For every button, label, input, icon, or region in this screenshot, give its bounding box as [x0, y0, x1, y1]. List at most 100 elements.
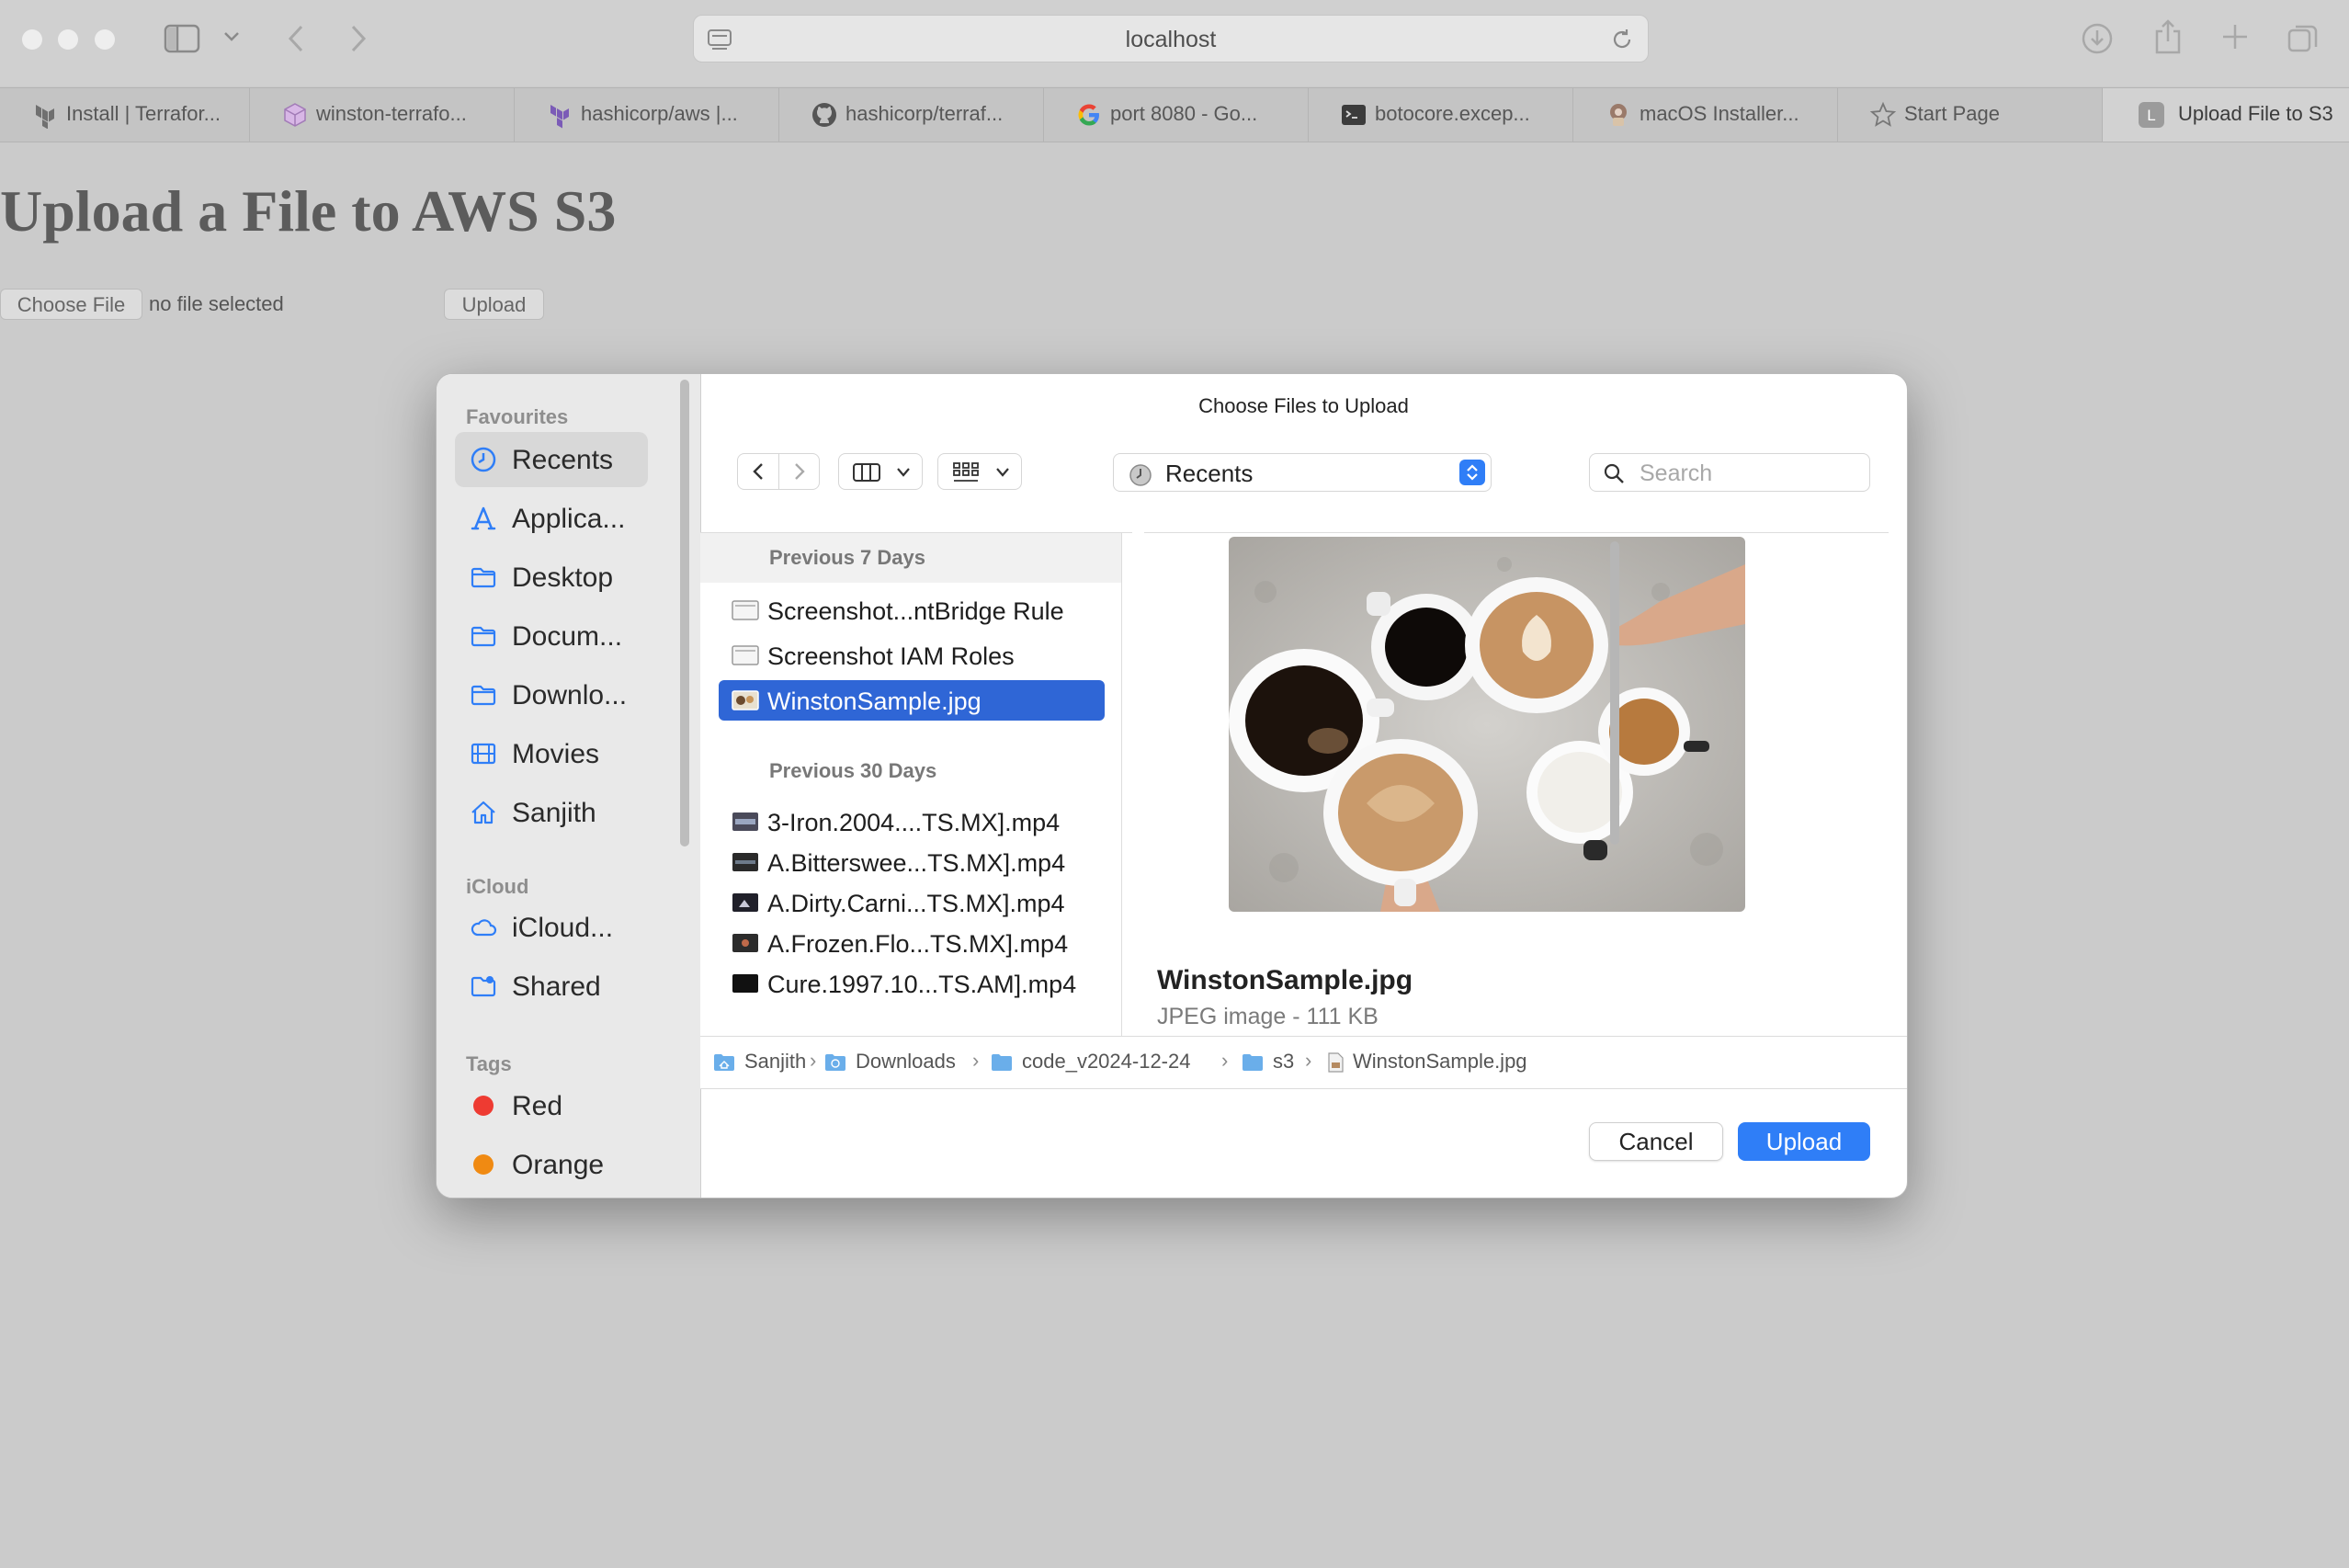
film-icon [471, 743, 496, 765]
chevron-down-icon [996, 468, 1009, 477]
tab-hashicorp-terraform[interactable]: hashicorp/terraf... [779, 88, 1044, 142]
video-file-icon [732, 974, 758, 993]
tab-macos-installer[interactable]: macOS Installer... [1573, 88, 1838, 142]
sidebar-item-tag-red[interactable]: Red [455, 1078, 648, 1133]
home-folder-icon [714, 1054, 734, 1072]
tab-winston-terraform[interactable]: winston-terrafo... [250, 88, 515, 142]
sidebar-item-documents[interactable]: Docum... [455, 608, 648, 664]
download-icon[interactable] [2081, 22, 2114, 55]
search-input[interactable] [1638, 456, 1862, 491]
reload-icon[interactable] [1609, 27, 1635, 52]
page-title: Upload a File to AWS S3 [0, 178, 617, 244]
tab-install-terraform[interactable]: Install | Terrafor... [0, 88, 250, 142]
tab-upload-file-to-s3[interactable]: L Upload File to S3 [2103, 88, 2349, 142]
new-tab-icon[interactable] [2220, 22, 2250, 51]
sidebar-item-label: Shared [512, 971, 601, 1002]
sidebar-item-label: Orange [512, 1150, 605, 1180]
path-crumb-downloads[interactable]: Downloads [824, 1050, 956, 1075]
dialog-forward-button[interactable] [778, 454, 819, 489]
sidebar-item-applications[interactable]: Applica... [455, 491, 648, 546]
choose-file-button[interactable]: Choose File [0, 289, 142, 320]
sidebar-item-downloads[interactable]: Downlo... [455, 667, 648, 722]
minimize-window-button[interactable] [58, 29, 78, 50]
list-item[interactable]: Screenshot IAM Roles [719, 635, 1105, 676]
tab-port-8080-google[interactable]: port 8080 - Go... [1044, 88, 1309, 142]
clock-icon [471, 447, 496, 472]
chevron-down-icon[interactable] [223, 30, 240, 43]
tab-label: Start Page [1904, 102, 2000, 125]
applications-icon [471, 506, 496, 530]
dialog-back-button[interactable] [738, 454, 779, 489]
path-crumb-label: Downloads [856, 1050, 956, 1073]
sidebar-item-label: Movies [512, 739, 600, 769]
file-name: A.Bitterswee...TS.MX].mp4 [767, 849, 1066, 877]
tab-hashicorp-aws[interactable]: hashicorp/aws |... [515, 88, 779, 142]
chevron-left-icon [753, 463, 763, 480]
sidebar-item-sanjith[interactable]: Sanjith [455, 785, 648, 840]
list-item[interactable]: Screenshot...ntBridge Rule [719, 590, 1105, 631]
tab-label: port 8080 - Go... [1110, 102, 1258, 125]
file-name: Screenshot...ntBridge Rule [767, 597, 1064, 625]
chevron-right-icon: › [810, 1049, 817, 1072]
search-icon [1604, 463, 1624, 483]
path-crumb-label: WinstonSample.jpg [1353, 1050, 1527, 1073]
preview-file-name: WinstonSample.jpg [1157, 965, 1413, 995]
close-window-button[interactable] [22, 29, 42, 50]
list-item[interactable]: Cure.1997.10...TS.AM].mp4 [719, 963, 1105, 1004]
sidebar-toggle-icon[interactable] [164, 24, 200, 53]
group-header-previous-30-days: Previous 30 Days [700, 746, 1121, 796]
cancel-button[interactable]: Cancel [1589, 1122, 1723, 1161]
zoom-window-button[interactable] [95, 29, 115, 50]
upload-button[interactable]: Upload [444, 289, 544, 320]
back-icon[interactable] [285, 24, 307, 53]
search-field[interactable] [1589, 453, 1870, 492]
sidebar-item-shared[interactable]: Shared [455, 959, 648, 1014]
columns-view-icon [853, 463, 880, 482]
path-crumb-s3[interactable]: s3 [1242, 1050, 1294, 1075]
cloud-icon [471, 919, 497, 937]
sidebar-item-desktop[interactable]: Desktop [455, 550, 648, 605]
location-popup[interactable]: Recents [1113, 453, 1492, 492]
preview-scrollbar[interactable] [1610, 541, 1619, 845]
sidebar-item-recents[interactable]: Recents [455, 432, 648, 487]
file-name: 3-Iron.2004....TS.MX].mp4 [767, 809, 1061, 836]
list-item-selected[interactable]: WinstonSample.jpg [719, 680, 1105, 721]
tab-overview-icon[interactable] [2287, 22, 2320, 55]
folder-icon [992, 1054, 1012, 1072]
sidebar-item-label: Red [512, 1091, 563, 1121]
file-list-column: Previous 7 Days Screenshot...ntBridge Ru… [700, 533, 1122, 1037]
tab-start-page[interactable]: Start Page [1838, 88, 2103, 142]
chevron-right-icon: › [1305, 1049, 1312, 1072]
view-mode-button[interactable] [838, 453, 923, 490]
video-file-icon [732, 812, 758, 831]
sidebar-item-icloud-drive[interactable]: iCloud... [455, 900, 648, 955]
folder-icon [471, 567, 496, 588]
file-name: A.Dirty.Carni...TS.MX].mp4 [767, 890, 1065, 917]
share-icon[interactable] [2154, 18, 2182, 55]
list-item[interactable]: A.Bitterswee...TS.MX].mp4 [719, 842, 1105, 882]
path-crumb-code-folder[interactable]: code_v2024-12-24 [991, 1050, 1190, 1075]
tab-bar: Install | Terrafor... winston-terrafo...… [0, 87, 2349, 142]
dialog-upload-button[interactable]: Upload [1738, 1122, 1870, 1161]
chevron-down-icon [897, 468, 910, 477]
address-bar[interactable]: localhost [693, 15, 1649, 62]
sidebar-scrollbar[interactable] [680, 380, 689, 846]
list-item[interactable]: A.Dirty.Carni...TS.MX].mp4 [719, 882, 1105, 923]
folder-icon [471, 685, 496, 706]
path-crumb-sanjith[interactable]: Sanjith [713, 1050, 806, 1075]
group-by-button[interactable] [937, 453, 1022, 490]
screenshot-file-icon [732, 600, 759, 620]
list-item[interactable]: A.Frozen.Flo...TS.MX].mp4 [719, 923, 1105, 963]
forward-icon[interactable] [347, 24, 369, 53]
sidebar-item-tag-orange[interactable]: Orange [455, 1137, 648, 1192]
path-crumb-file[interactable]: WinstonSample.jpg [1327, 1050, 1527, 1075]
icloud-heading: iCloud [466, 875, 529, 898]
path-crumb-label: code_v2024-12-24 [1022, 1050, 1191, 1073]
list-item[interactable]: 3-Iron.2004....TS.MX].mp4 [719, 801, 1105, 842]
tags-heading: Tags [466, 1052, 512, 1075]
location-label: Recents [1165, 460, 1254, 487]
orange-tag-dot-icon [473, 1154, 494, 1175]
sidebar-item-movies[interactable]: Movies [455, 726, 648, 781]
address-text[interactable]: localhost [694, 27, 1648, 53]
tab-botocore-exception[interactable]: botocore.excep... [1309, 88, 1573, 142]
